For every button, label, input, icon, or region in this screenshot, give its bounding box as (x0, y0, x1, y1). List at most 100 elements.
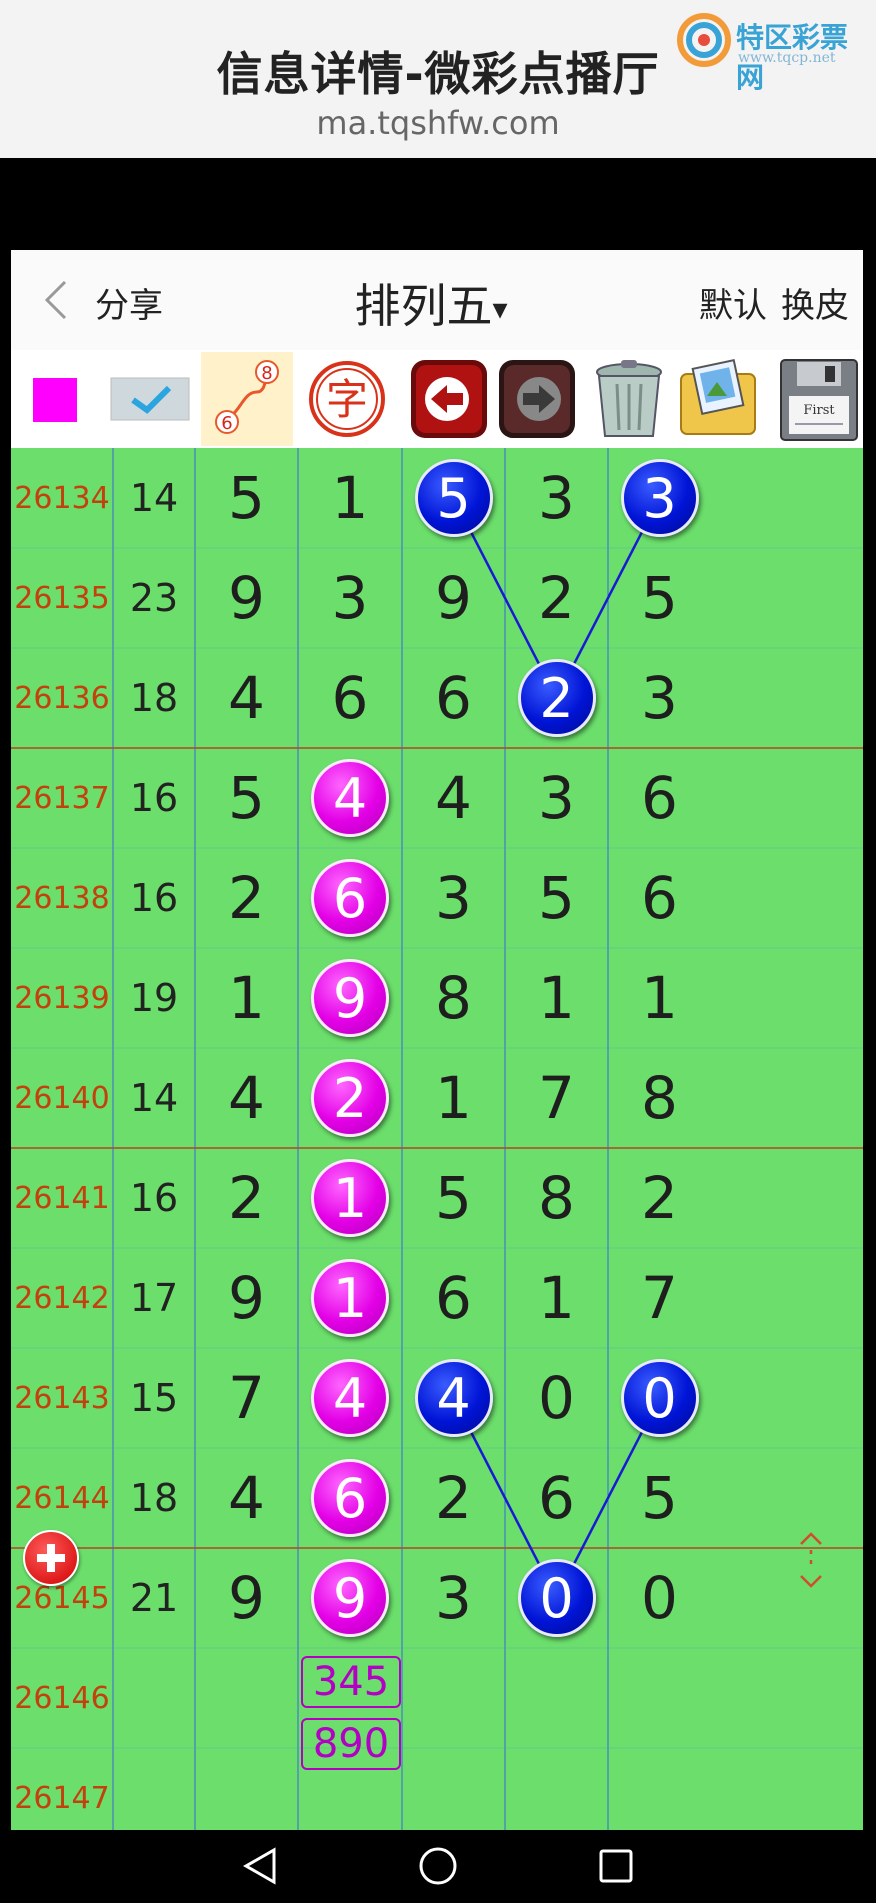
digit-cell[interactable]: 9 (195, 1248, 298, 1348)
nav-bar: 分享 排列五▾ 默认 换皮 (11, 250, 863, 350)
digit-cell[interactable]: 5 (195, 448, 298, 548)
char-glyph: 字 (326, 375, 368, 424)
digit-cell[interactable]: 2 (608, 1148, 711, 1248)
highlight-ball-magenta[interactable]: 4 (311, 1359, 389, 1437)
trend-top-number: 8 (261, 363, 272, 384)
digit-cell[interactable]: 8 (505, 1148, 608, 1248)
digit-cell[interactable] (505, 1648, 608, 1748)
digit-cell[interactable]: 8 (402, 948, 505, 1048)
back-chevron-icon[interactable] (43, 278, 69, 322)
back-triangle-icon[interactable] (240, 1846, 280, 1886)
highlight-ball-blue[interactable]: 3 (620, 459, 699, 537)
digit-cell[interactable]: 9 (195, 548, 298, 648)
digit-cell[interactable]: 2 (195, 1148, 298, 1248)
trend-line-button[interactable]: 8 6 (201, 352, 293, 446)
image-button[interactable] (673, 352, 765, 446)
save-button[interactable]: First (773, 352, 863, 446)
digit-cell[interactable]: 1 (505, 1248, 608, 1348)
digit-cell[interactable]: 5 (505, 848, 608, 948)
digit-cell[interactable]: 4 (195, 1448, 298, 1548)
digit-cell[interactable] (402, 1748, 505, 1830)
undo-button[interactable] (403, 352, 495, 446)
digit-cell[interactable]: 4 (195, 1048, 298, 1148)
plus-icon (37, 1544, 65, 1572)
redo-button[interactable] (491, 352, 583, 446)
change-skin-button[interactable]: 换皮 (781, 286, 849, 326)
highlight-ball-blue[interactable]: 4 (414, 1359, 493, 1437)
highlight-ball-blue[interactable]: 0 (517, 1559, 596, 1637)
digit-cell[interactable]: 6 (505, 1448, 608, 1548)
digit-cell[interactable]: 4 (195, 648, 298, 748)
share-button[interactable]: 分享 (95, 278, 163, 327)
digit-cell[interactable]: 7 (608, 1248, 711, 1348)
digit-cell[interactable]: 2 (195, 848, 298, 948)
expand-vertical-icon[interactable] (791, 1530, 831, 1590)
digit-cell[interactable]: 4 (402, 748, 505, 848)
highlight-ball-magenta[interactable]: 4 (311, 759, 389, 837)
digit-cell[interactable]: 3 (298, 548, 402, 648)
digit-cell[interactable]: 5 (195, 748, 298, 848)
digit-cell[interactable]: 6 (402, 1248, 505, 1348)
color-swatch-button[interactable] (11, 352, 103, 446)
digit-cell[interactable]: 1 (505, 948, 608, 1048)
watermark-url: www.tqcp.net (738, 50, 836, 66)
digit-cell[interactable]: 6 (608, 748, 711, 848)
digit-cell[interactable] (195, 1748, 298, 1830)
digit-cell[interactable]: 7 (505, 1048, 608, 1148)
highlight-ball-magenta[interactable]: 9 (311, 959, 389, 1037)
digit-cell[interactable]: 5 (608, 548, 711, 648)
digit-cell[interactable]: 1 (195, 948, 298, 1048)
sum-value: 23 (129, 576, 179, 620)
issue-number: 26136 (14, 680, 110, 716)
char-mode-button[interactable]: 字 (301, 352, 393, 446)
digit-cell[interactable]: 3 (608, 648, 711, 748)
digit-cell[interactable]: 3 (402, 1548, 505, 1648)
digit-cell[interactable]: 5 (402, 1148, 505, 1248)
digit-cell[interactable]: 9 (402, 548, 505, 648)
highlight-ball-magenta[interactable]: 1 (311, 1259, 389, 1337)
color-swatch-icon (33, 378, 77, 422)
highlight-ball-blue[interactable]: 5 (414, 459, 493, 537)
lottery-type-dropdown[interactable]: 排列五▾ (311, 270, 551, 336)
digit-cell[interactable] (608, 1648, 711, 1748)
highlight-ball-magenta[interactable]: 9 (311, 1559, 389, 1637)
highlight-ball-magenta[interactable]: 6 (311, 859, 389, 937)
prediction-box[interactable]: 345 (301, 1656, 401, 1708)
recents-square-icon[interactable] (596, 1846, 636, 1886)
highlight-ball-magenta[interactable]: 1 (311, 1159, 389, 1237)
digit-cell[interactable]: 0 (505, 1348, 608, 1448)
digit-cell[interactable]: 6 (298, 648, 402, 748)
highlight-ball-magenta[interactable]: 2 (311, 1059, 389, 1137)
digit-cell[interactable] (505, 1748, 608, 1830)
digit-cell[interactable] (402, 1648, 505, 1748)
digit-cell[interactable]: 2 (402, 1448, 505, 1548)
digit-cell[interactable]: 1 (608, 948, 711, 1048)
digit-cell[interactable]: 1 (298, 448, 402, 548)
digit-cell[interactable]: 1 (402, 1048, 505, 1148)
highlight-ball-blue[interactable]: 2 (517, 659, 596, 737)
digit-cell[interactable]: 0 (608, 1548, 711, 1648)
digit-cell[interactable]: 3 (505, 448, 608, 548)
digit-cell[interactable]: 9 (195, 1548, 298, 1648)
digit-cell[interactable]: 5 (608, 1448, 711, 1548)
check-button[interactable] (103, 352, 195, 446)
clear-button[interactable] (583, 352, 675, 446)
digit-cell[interactable]: 6 (402, 648, 505, 748)
highlight-ball-magenta[interactable]: 6 (311, 1459, 389, 1537)
digit-cell[interactable]: 2 (505, 548, 608, 648)
digit-cell[interactable]: 7 (195, 1348, 298, 1448)
trend-line-icon: 8 6 (215, 360, 279, 434)
digit-cell[interactable]: 6 (608, 848, 711, 948)
highlight-ball-blue[interactable]: 0 (620, 1359, 699, 1437)
digit-cell[interactable]: 3 (402, 848, 505, 948)
issue-number: 26146 (14, 1680, 110, 1716)
issue-number: 26139 (14, 980, 110, 1016)
digit-cell[interactable]: 3 (505, 748, 608, 848)
digit-cell[interactable] (608, 1748, 711, 1830)
default-button[interactable]: 默认 (699, 286, 767, 326)
digit-cell[interactable] (195, 1648, 298, 1748)
home-circle-icon[interactable] (416, 1844, 460, 1888)
add-button[interactable] (23, 1530, 79, 1586)
digit-cell[interactable]: 8 (608, 1048, 711, 1148)
prediction-box[interactable]: 890 (301, 1718, 401, 1770)
